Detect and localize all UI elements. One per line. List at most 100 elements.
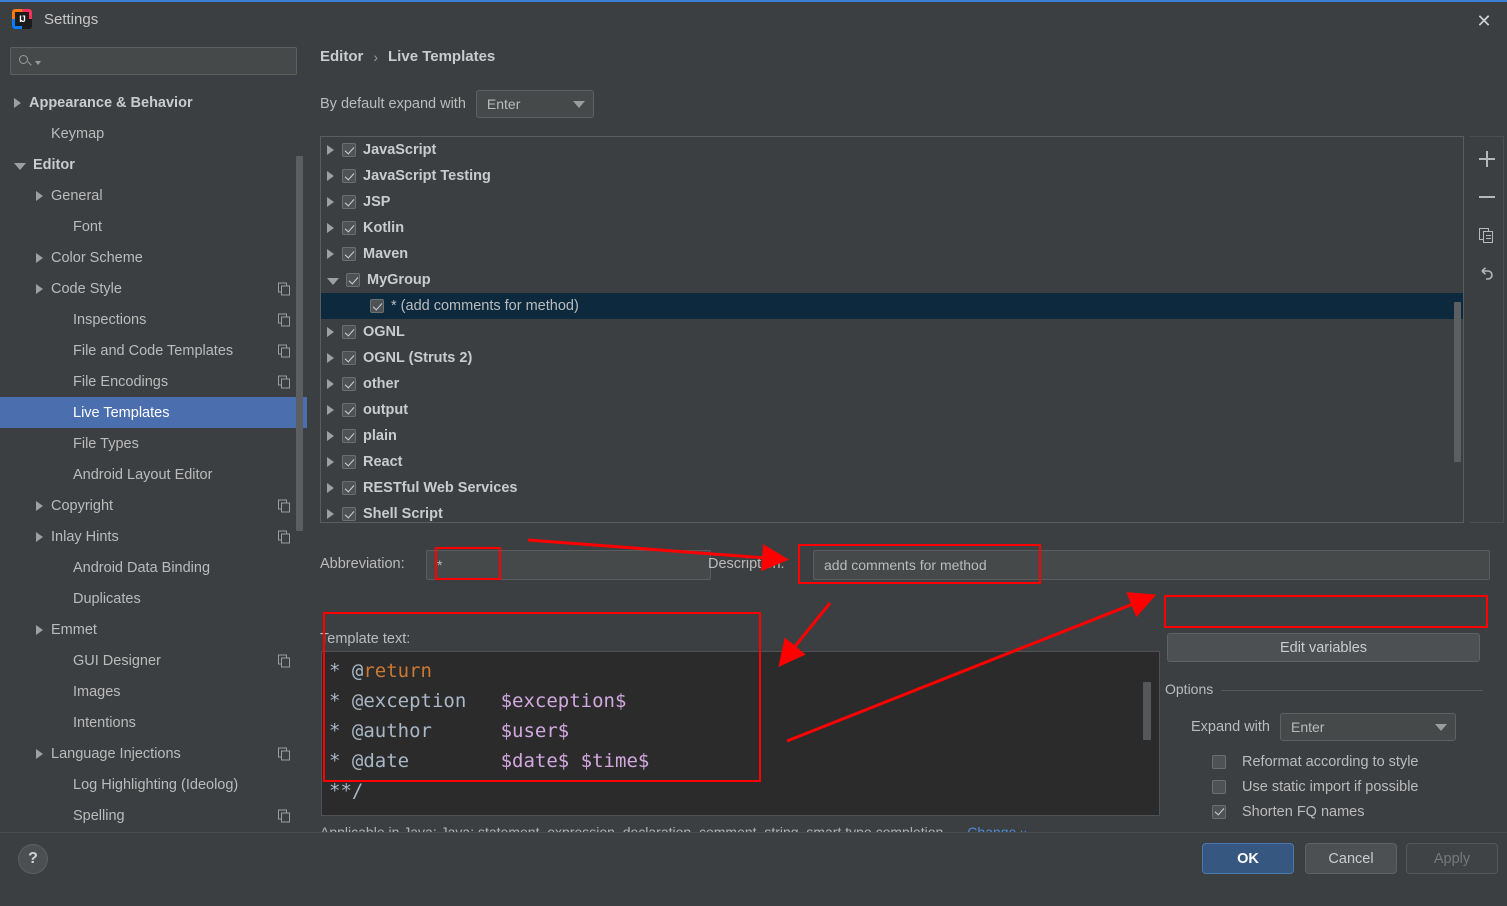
template-group-checkbox[interactable] [342, 169, 356, 183]
sidebar-item-inlay-hints[interactable]: Inlay Hints [0, 521, 307, 552]
sidebar-item-language-injections[interactable]: Language Injections [0, 738, 307, 769]
template-group-row[interactable]: OGNL (Struts 2) [321, 345, 1463, 371]
sidebar-item-code-style[interactable]: Code Style [0, 273, 307, 304]
template-list-scrollbar-thumb[interactable] [1454, 302, 1461, 462]
template-group-row[interactable]: plain [321, 423, 1463, 449]
copy-settings-icon[interactable] [278, 809, 291, 822]
chevron-right-icon[interactable] [36, 531, 43, 542]
breadcrumb-parent[interactable]: Editor [320, 48, 363, 65]
copy-settings-icon[interactable] [278, 282, 291, 295]
template-group-checkbox[interactable] [342, 351, 356, 365]
template-group-checkbox[interactable] [342, 455, 356, 469]
ok-button[interactable]: OK [1202, 843, 1294, 874]
option-checkbox[interactable] [1212, 804, 1226, 819]
template-group-checkbox[interactable] [342, 221, 356, 235]
template-text-scrollbar-thumb[interactable] [1143, 682, 1151, 740]
template-group-checkbox[interactable] [342, 195, 356, 209]
copy-settings-icon[interactable] [278, 747, 291, 760]
chevron-right-icon[interactable] [14, 97, 21, 108]
chevron-right-icon[interactable] [327, 509, 334, 519]
sidebar-item-emmet[interactable]: Emmet [0, 614, 307, 645]
template-group-checkbox[interactable] [342, 429, 356, 443]
chevron-right-icon[interactable] [327, 405, 334, 415]
chevron-right-icon[interactable] [327, 197, 334, 207]
template-group-row[interactable]: * (add comments for method) [321, 293, 1463, 319]
edit-variables-button[interactable]: Edit variables [1167, 633, 1480, 662]
chevron-down-icon[interactable] [14, 162, 26, 170]
template-group-checkbox[interactable] [342, 507, 356, 521]
sidebar-item-file-and-code-templates[interactable]: File and Code Templates [0, 335, 307, 366]
chevron-right-icon[interactable] [327, 457, 334, 467]
sidebar-item-color-scheme[interactable]: Color Scheme [0, 242, 307, 273]
template-group-checkbox[interactable] [342, 143, 356, 157]
copy-settings-icon[interactable] [278, 375, 291, 388]
close-icon[interactable]: ✕ [1461, 4, 1507, 38]
sidebar-item-spelling[interactable]: Spelling [0, 800, 307, 831]
sidebar-item-images[interactable]: Images [0, 676, 307, 707]
cancel-button[interactable]: Cancel [1305, 843, 1397, 874]
sidebar-item-inspections[interactable]: Inspections [0, 304, 307, 335]
sidebar-item-general[interactable]: General [0, 180, 307, 211]
chevron-right-icon[interactable] [327, 327, 334, 337]
search-box[interactable] [10, 47, 297, 75]
template-group-checkbox[interactable] [342, 325, 356, 339]
chevron-right-icon[interactable] [36, 283, 43, 294]
chevron-right-icon[interactable] [327, 483, 334, 493]
sidebar-item-font[interactable]: Font [0, 211, 307, 242]
option-reformat-according-to-style[interactable]: Reformat according to style [1212, 749, 1483, 774]
template-group-checkbox[interactable] [346, 273, 360, 287]
template-group-row[interactable]: Shell Script [321, 501, 1463, 522]
template-group-row[interactable]: RESTful Web Services [321, 475, 1463, 501]
chevron-down-icon[interactable] [327, 278, 339, 285]
chevron-right-icon[interactable] [36, 624, 43, 635]
option-checkbox[interactable] [1212, 779, 1226, 794]
template-group-row[interactable]: JSP [321, 189, 1463, 215]
template-groups-list[interactable]: JavaScript JavaScript Testing JSP Kotlin Mav… [320, 136, 1464, 523]
description-input[interactable]: add comments for method [813, 550, 1490, 580]
template-group-row[interactable]: React [321, 449, 1463, 475]
chevron-right-icon[interactable] [327, 223, 334, 233]
remove-template-button[interactable] [1475, 185, 1499, 209]
copy-settings-icon[interactable] [278, 313, 291, 326]
sidebar-item-file-types[interactable]: File Types [0, 428, 307, 459]
default-expand-select[interactable]: Enter [475, 90, 594, 118]
template-group-row[interactable]: output [321, 397, 1463, 423]
chevron-right-icon[interactable] [327, 431, 334, 441]
template-group-checkbox[interactable] [370, 299, 384, 313]
sidebar-item-keymap[interactable]: Keymap [0, 118, 307, 149]
sidebar-item-intentions[interactable]: Intentions [0, 707, 307, 738]
sidebar-item-live-templates[interactable]: Live Templates [0, 397, 307, 428]
copy-settings-icon[interactable] [278, 530, 291, 543]
chevron-right-icon[interactable] [36, 500, 43, 511]
apply-button[interactable]: Apply [1406, 843, 1498, 874]
revert-template-button[interactable] [1475, 261, 1499, 285]
template-group-row[interactable]: OGNL [321, 319, 1463, 345]
copy-settings-icon[interactable] [278, 654, 291, 667]
chevron-right-icon[interactable] [327, 249, 334, 259]
sidebar-item-appearance-behavior[interactable]: Appearance & Behavior [0, 87, 307, 118]
option-checkbox[interactable] [1212, 754, 1226, 769]
copy-settings-icon[interactable] [278, 499, 291, 512]
copy-settings-icon[interactable] [278, 344, 291, 357]
chevron-right-icon[interactable] [327, 379, 334, 389]
option-shorten-fq-names[interactable]: Shorten FQ names [1212, 799, 1483, 824]
template-group-row[interactable]: Maven [321, 241, 1463, 267]
template-list-scrollbar[interactable] [1454, 137, 1462, 522]
chevron-right-icon[interactable] [36, 190, 43, 201]
chevron-right-icon[interactable] [36, 252, 43, 263]
sidebar-item-gui-designer[interactable]: GUI Designer [0, 645, 307, 676]
sidebar-scrollbar-thumb[interactable] [296, 156, 303, 531]
option-use-static-import-if-possible[interactable]: Use static import if possible [1212, 774, 1483, 799]
chevron-right-icon[interactable] [327, 145, 334, 155]
sidebar-item-android-layout-editor[interactable]: Android Layout Editor [0, 459, 307, 490]
template-group-row[interactable]: Kotlin [321, 215, 1463, 241]
template-group-row[interactable]: JavaScript Testing [321, 163, 1463, 189]
template-group-row[interactable]: MyGroup [321, 267, 1463, 293]
chevron-right-icon[interactable] [36, 748, 43, 759]
search-input[interactable] [41, 53, 290, 69]
template-group-checkbox[interactable] [342, 377, 356, 391]
expand-with-select[interactable]: Enter [1280, 713, 1456, 741]
template-text-editor[interactable]: * @return * @exception $exception$ * @au… [321, 651, 1160, 816]
sidebar-item-android-data-binding[interactable]: Android Data Binding [0, 552, 307, 583]
sidebar-item-copyright[interactable]: Copyright [0, 490, 307, 521]
